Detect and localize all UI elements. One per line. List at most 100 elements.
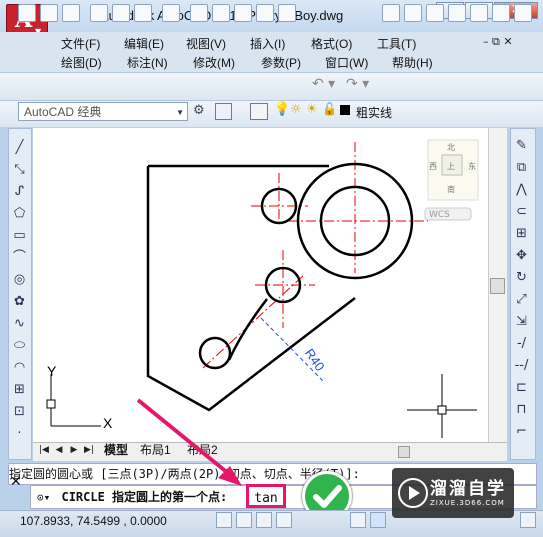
viewcube-east[interactable]: 东 bbox=[468, 161, 476, 171]
menu-dimension[interactable]: 标注(N) bbox=[127, 54, 168, 71]
spline-icon[interactable]: ∿ bbox=[11, 315, 28, 332]
array-icon[interactable]: ⊞ bbox=[513, 225, 530, 242]
infer-constraints-icon[interactable] bbox=[216, 512, 232, 528]
last-tab-icon[interactable]: ▶| bbox=[83, 444, 95, 457]
drawing-canvas[interactable]: R40 Y X 北 南 东 西 上 WCS bbox=[33, 128, 507, 442]
ucs-y-label: Y bbox=[47, 363, 57, 379]
publish-icon[interactable] bbox=[134, 4, 152, 22]
mirror-icon[interactable]: ⋀ bbox=[513, 181, 530, 198]
workspace-settings-icon[interactable] bbox=[215, 103, 232, 120]
block-editor-icon[interactable] bbox=[278, 4, 296, 22]
layer-manager-icon[interactable] bbox=[250, 103, 268, 120]
make-block-icon[interactable]: ⊡ bbox=[11, 403, 28, 420]
menu-edit[interactable]: 编辑(E) bbox=[124, 35, 164, 52]
object-snap-tracking-icon[interactable] bbox=[370, 512, 386, 528]
save-icon[interactable] bbox=[62, 4, 80, 22]
command-input[interactable]: tan bbox=[246, 484, 286, 508]
workspace-select[interactable]: AutoCAD 经典 ▼ bbox=[18, 102, 188, 121]
close-icon[interactable]: ✕ bbox=[10, 474, 26, 490]
cut-icon[interactable] bbox=[190, 4, 208, 22]
viewcube-south[interactable]: 南 bbox=[447, 184, 455, 194]
ortho-mode-icon[interactable] bbox=[276, 512, 292, 528]
wcs-menu[interactable]: WCS bbox=[429, 210, 450, 220]
menu-help[interactable]: 帮助(H) bbox=[392, 54, 433, 71]
line-icon[interactable]: ╱ bbox=[11, 139, 28, 156]
point-icon[interactable]: · bbox=[11, 425, 28, 442]
layer-color-swatch bbox=[340, 105, 350, 115]
offset-icon[interactable]: ⊂ bbox=[513, 203, 530, 220]
vertical-scroll-thumb[interactable] bbox=[490, 278, 505, 294]
menu-parametric[interactable]: 参数(P) bbox=[261, 54, 301, 71]
lock-icon[interactable]: 🔓 bbox=[322, 102, 337, 116]
menu-draw[interactable]: 绘图(D) bbox=[61, 54, 102, 71]
design-center-icon[interactable] bbox=[492, 4, 510, 22]
menu-window[interactable]: 窗口(W) bbox=[325, 54, 368, 71]
gear-icon[interactable]: ⚙ bbox=[193, 103, 205, 118]
command-options-icon[interactable]: ⊙▾ bbox=[37, 491, 50, 504]
ellipse-arc-icon[interactable]: ◠ bbox=[11, 359, 28, 376]
sun-icon[interactable]: ☼ bbox=[290, 102, 302, 117]
stretch-icon[interactable]: ⇲ bbox=[513, 313, 530, 330]
chamfer-icon[interactable]: ⌐ bbox=[513, 423, 530, 440]
menu-insert[interactable]: 插入(I) bbox=[250, 35, 285, 52]
arc-icon[interactable]: ⌒ bbox=[11, 249, 28, 266]
undo-icon[interactable]: ↶ ▾ bbox=[312, 76, 335, 92]
object-snap-icon[interactable] bbox=[350, 512, 366, 528]
viewcube-top[interactable]: 上 bbox=[447, 162, 455, 171]
3d-dwf-icon[interactable] bbox=[162, 4, 180, 22]
viewcube[interactable]: 北 南 东 西 上 WCS bbox=[424, 139, 479, 221]
first-tab-icon[interactable]: |◀ bbox=[38, 444, 50, 457]
document-window-controls[interactable]: – ⧉ ✕ bbox=[483, 35, 513, 49]
menu-file[interactable]: 文件(F) bbox=[61, 35, 100, 52]
freeze-icon[interactable]: ☀ bbox=[306, 102, 318, 117]
rectangle-icon[interactable]: ▭ bbox=[11, 227, 28, 244]
zoom-window-icon[interactable] bbox=[426, 4, 444, 22]
copy-icon[interactable] bbox=[212, 4, 230, 22]
break-icon[interactable]: ⊏ bbox=[513, 379, 530, 396]
circle-icon[interactable]: ◎ bbox=[11, 271, 28, 288]
tab-model[interactable]: 模型 bbox=[104, 443, 128, 458]
insert-block-icon[interactable]: ⊞ bbox=[11, 381, 28, 398]
grid-display-icon[interactable] bbox=[256, 512, 272, 528]
copy-object-icon[interactable]: ⧉ bbox=[513, 159, 530, 176]
prev-tab-icon[interactable]: ◀ bbox=[53, 444, 65, 457]
rotate-icon[interactable]: ↻ bbox=[513, 269, 530, 286]
revcloud-icon[interactable]: ✿ bbox=[11, 293, 28, 310]
scale-icon[interactable]: ⤢ bbox=[513, 291, 530, 308]
redo-icon[interactable]: ↷ ▾ bbox=[346, 76, 369, 92]
status-menu-icon[interactable] bbox=[520, 512, 536, 528]
trim-icon[interactable]: -/ bbox=[513, 335, 530, 352]
snap-mode-icon[interactable] bbox=[236, 512, 252, 528]
new-icon[interactable] bbox=[18, 4, 36, 22]
viewcube-north[interactable]: 北 bbox=[447, 143, 455, 152]
menu-modify[interactable]: 修改(M) bbox=[193, 54, 235, 71]
zoom-previous-icon[interactable] bbox=[448, 4, 466, 22]
menu-view[interactable]: 视图(V) bbox=[186, 35, 226, 52]
menu-tools[interactable]: 工具(T) bbox=[377, 35, 416, 52]
erase-icon[interactable]: ✎ bbox=[513, 137, 530, 154]
paste-icon[interactable] bbox=[234, 4, 252, 22]
print-preview-icon[interactable] bbox=[112, 4, 130, 22]
next-tab-icon[interactable]: ▶ bbox=[68, 444, 80, 457]
construction-line-icon[interactable]: ⤡ bbox=[11, 161, 28, 178]
tangent-arc bbox=[227, 298, 268, 361]
move-icon[interactable]: ✥ bbox=[513, 247, 530, 264]
open-icon[interactable] bbox=[40, 4, 58, 22]
extend-icon[interactable]: --/ bbox=[513, 357, 530, 374]
properties-icon[interactable] bbox=[470, 4, 488, 22]
polyline-icon[interactable]: ᔑ bbox=[11, 183, 28, 200]
join-icon[interactable]: ⊓ bbox=[513, 401, 530, 418]
lightbulb-icon[interactable]: 💡 bbox=[274, 102, 290, 117]
annotation-arrow bbox=[136, 398, 242, 486]
pan-icon[interactable] bbox=[382, 4, 400, 22]
horizontal-scroll-thumb[interactable] bbox=[398, 446, 410, 458]
viewcube-west[interactable]: 西 bbox=[429, 162, 437, 171]
tool-palettes-icon[interactable] bbox=[514, 4, 532, 22]
menu-format[interactable]: 格式(O) bbox=[311, 35, 352, 52]
match-properties-icon[interactable] bbox=[256, 4, 274, 22]
ellipse-icon[interactable]: ⬭ bbox=[11, 337, 28, 354]
print-icon[interactable] bbox=[90, 4, 108, 22]
zoom-realtime-icon[interactable] bbox=[404, 4, 422, 22]
layer-name[interactable]: 粗实线 bbox=[356, 104, 392, 121]
polygon-icon[interactable]: ⬠ bbox=[11, 205, 28, 222]
